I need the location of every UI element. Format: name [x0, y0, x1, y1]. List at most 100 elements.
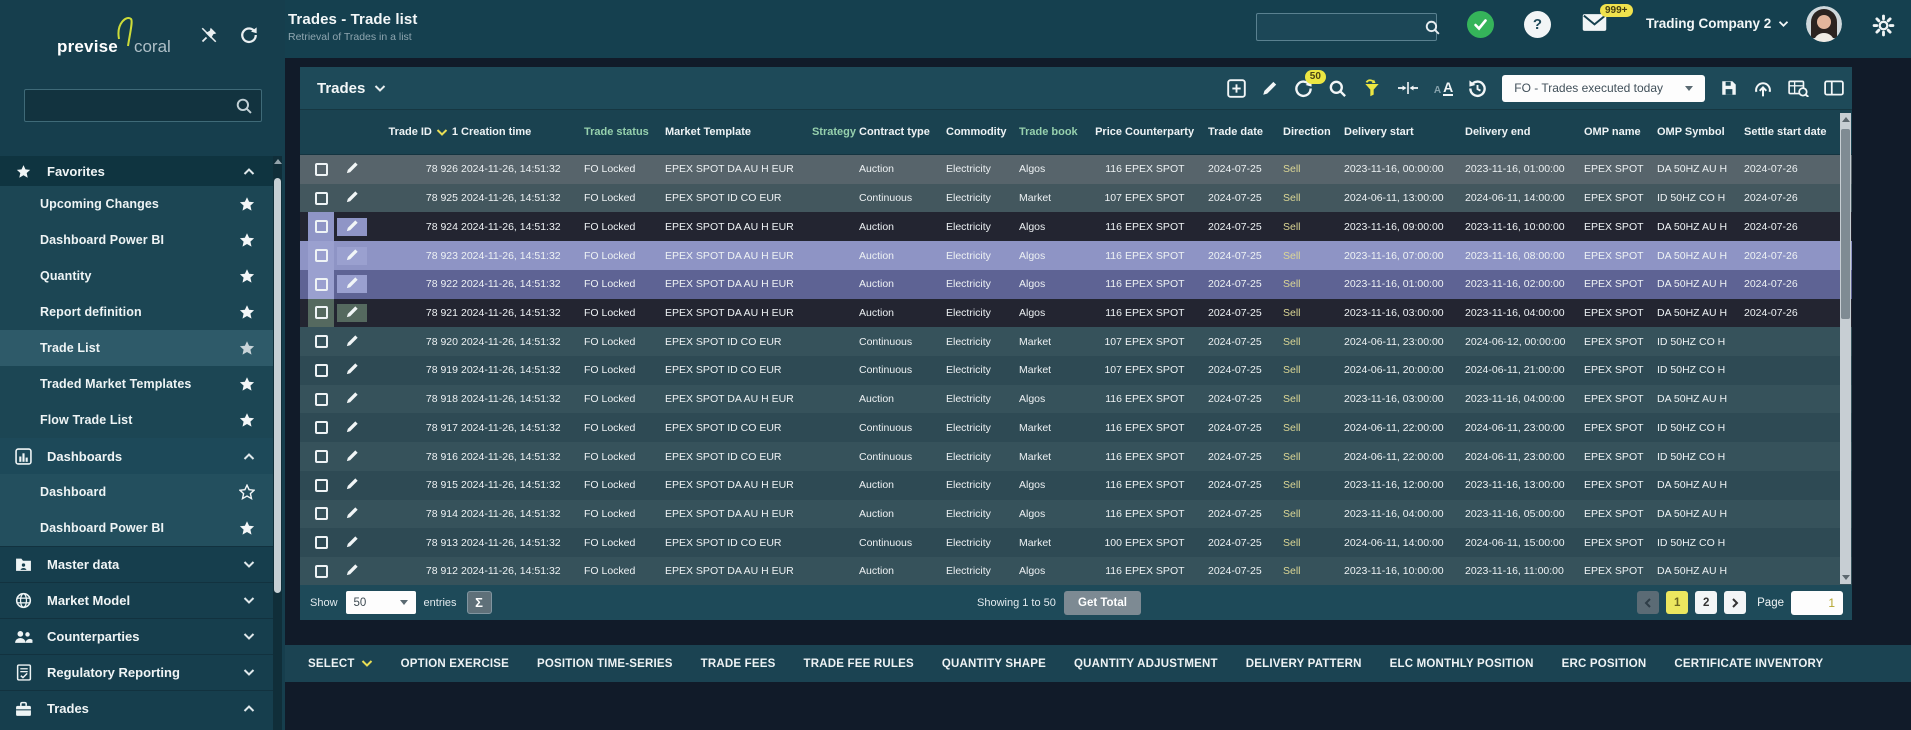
edit-pencil-icon[interactable] — [345, 189, 360, 207]
sidebar-scrollbar[interactable] — [273, 156, 282, 730]
sidebar-group-trades[interactable]: Trades — [0, 690, 273, 726]
scroll-up-arrow[interactable] — [1842, 117, 1850, 122]
edit-pencil-icon[interactable] — [345, 275, 360, 293]
page-button-2[interactable]: 2 — [1695, 591, 1717, 614]
sidebar-item-dashboard[interactable]: Dashboard — [0, 474, 273, 510]
search-icon[interactable] — [235, 97, 253, 115]
column-header-de[interactable]: Delivery end — [1465, 126, 1581, 138]
tab-erc-position[interactable]: ERC POSITION — [1562, 658, 1647, 670]
row-checkbox[interactable] — [315, 335, 328, 348]
tab-trade-fee-rules[interactable]: TRADE FEE RULES — [804, 658, 914, 670]
sidebar-item-dashboard-power-bi[interactable]: Dashboard Power BI — [0, 510, 273, 546]
sidebar-item-dashboard-power-bi[interactable]: Dashboard Power BI — [0, 222, 273, 258]
get-total-button[interactable]: Get Total — [1064, 591, 1141, 615]
row-checkbox[interactable] — [315, 565, 328, 578]
table-row[interactable]: 78 9242024-11-26, 14:51:32FO LockedEPEX … — [300, 212, 1852, 241]
layout-icon[interactable] — [1824, 79, 1844, 97]
row-checkbox[interactable] — [315, 536, 328, 549]
table-row[interactable]: 78 9252024-11-26, 14:51:32FO LockedEPEX … — [300, 184, 1852, 213]
column-header-tpl[interactable]: Market Template — [665, 126, 801, 138]
table-row[interactable]: 78 9192024-11-26, 14:51:32FO LockedEPEX … — [300, 356, 1852, 385]
star-icon[interactable] — [239, 268, 255, 284]
table-row[interactable]: 78 9122024-11-26, 14:51:32FO LockedEPEX … — [300, 557, 1852, 585]
tab-elc-monthly-position[interactable]: ELC MONTHLY POSITION — [1390, 658, 1534, 670]
sidebar-group-counterparties[interactable]: Counterparties — [0, 618, 273, 654]
sidebar-item-quantity[interactable]: Quantity — [0, 258, 273, 294]
edit-pencil-icon[interactable] — [345, 247, 360, 265]
page-button-1[interactable]: 1 — [1666, 591, 1688, 614]
sidebar-group-market-model[interactable]: Market Model — [0, 582, 273, 618]
avatar[interactable] — [1806, 6, 1842, 42]
star-icon[interactable] — [239, 376, 255, 392]
edit-pencil-icon[interactable] — [345, 218, 360, 236]
row-checkbox[interactable] — [315, 450, 328, 463]
refresh-icon[interactable] — [240, 26, 258, 49]
column-header-book[interactable]: Trade book — [1019, 126, 1079, 138]
chevron-down-icon[interactable] — [243, 668, 255, 677]
star-icon[interactable] — [239, 340, 255, 356]
sidebar-group-master-data[interactable]: Master data — [0, 546, 273, 582]
star-icon[interactable] — [239, 412, 255, 428]
table-row[interactable]: 78 9202024-11-26, 14:51:32FO LockedEPEX … — [300, 327, 1852, 356]
sidebar-item-report-definition[interactable]: Report definition — [0, 294, 273, 330]
row-checkbox[interactable] — [315, 192, 328, 205]
mail-icon[interactable] — [1582, 19, 1607, 36]
chevron-up-icon[interactable] — [243, 452, 255, 461]
global-search-input[interactable] — [1257, 20, 1424, 34]
table-row[interactable]: 78 9222024-11-26, 14:51:32FO LockedEPEX … — [300, 270, 1852, 299]
sidebar-search-input[interactable] — [25, 98, 235, 113]
history-icon[interactable] — [1468, 79, 1487, 98]
unpin-icon[interactable] — [200, 26, 218, 49]
cloud-upload-icon[interactable] — [1753, 79, 1773, 97]
tab-quantity-adjustment[interactable]: QUANTITY ADJUSTMENT — [1074, 658, 1218, 670]
star-icon[interactable] — [239, 304, 255, 320]
tab-position-time-series[interactable]: POSITION TIME-SERIES — [537, 658, 673, 670]
tab-certificate-inventory[interactable]: CERTIFICATE INVENTORY — [1674, 658, 1823, 670]
tab-trade-fees[interactable]: TRADE FEES — [701, 658, 776, 670]
row-checkbox[interactable] — [315, 507, 328, 520]
row-checkbox[interactable] — [315, 306, 328, 319]
column-header-status[interactable]: Trade status — [584, 126, 662, 138]
sidebar-item-upcoming-changes[interactable]: Upcoming Changes — [0, 186, 273, 222]
column-header-cpty[interactable]: Counterparty — [1125, 126, 1205, 138]
table-row[interactable]: 78 9152024-11-26, 14:51:32FO LockedEPEX … — [300, 471, 1852, 500]
view-filter-dropdown[interactable]: FO - Trades executed today — [1502, 75, 1705, 102]
star-icon[interactable] — [239, 232, 255, 248]
sidebar-section-favorites[interactable]: Favorites — [0, 156, 273, 186]
status-check-icon[interactable] — [1467, 11, 1494, 38]
row-checkbox[interactable] — [315, 393, 328, 406]
table-row[interactable]: 78 9182024-11-26, 14:51:32FO LockedEPEX … — [300, 385, 1852, 414]
row-checkbox[interactable] — [315, 163, 328, 176]
column-header-id[interactable]: Trade ID 1 — [370, 126, 458, 138]
chevron-down-icon[interactable] — [243, 560, 255, 569]
filter-refresh-icon[interactable] — [1362, 79, 1382, 98]
search-icon[interactable] — [1424, 19, 1441, 36]
star-icon[interactable] — [239, 520, 255, 536]
page-size-select[interactable]: 50 — [346, 591, 416, 614]
scroll-down-arrow[interactable] — [1842, 575, 1850, 580]
tab-select[interactable]: SELECT — [308, 658, 373, 670]
star-icon[interactable] — [239, 196, 255, 212]
column-header-ct[interactable]: Contract type — [859, 126, 943, 138]
row-checkbox[interactable] — [315, 421, 328, 434]
row-checkbox[interactable] — [315, 249, 328, 262]
sidebar-item-traded-market-templates[interactable]: Traded Market Templates — [0, 366, 273, 402]
scrollbar-thumb[interactable] — [274, 178, 281, 593]
settings-gear-icon[interactable] — [1872, 14, 1895, 37]
table-row[interactable]: 78 9232024-11-26, 14:51:32FO LockedEPEX … — [300, 241, 1852, 270]
column-header-ds[interactable]: Delivery start — [1344, 126, 1462, 138]
column-header-tdate[interactable]: Trade date — [1208, 126, 1280, 138]
company-switcher[interactable]: Trading Company 2 — [1646, 16, 1789, 31]
column-header-creation[interactable]: Creation time — [461, 126, 581, 138]
panel-title-dropdown[interactable]: Trades — [317, 80, 386, 97]
edit-pencil-icon[interactable] — [345, 534, 360, 552]
column-header-omp[interactable]: OMP name — [1584, 126, 1654, 138]
row-checkbox[interactable] — [315, 364, 328, 377]
table-row[interactable]: 78 9212024-11-26, 14:51:32FO LockedEPEX … — [300, 299, 1852, 328]
row-checkbox[interactable] — [315, 220, 328, 233]
table-row[interactable]: 78 9172024-11-26, 14:51:32FO LockedEPEX … — [300, 413, 1852, 442]
edit-pencil-icon[interactable] — [345, 562, 360, 580]
table-scrollbar[interactable] — [1840, 113, 1851, 584]
edit-pencil-icon[interactable] — [345, 304, 360, 322]
column-header-strategy[interactable]: Strategy — [804, 126, 856, 138]
